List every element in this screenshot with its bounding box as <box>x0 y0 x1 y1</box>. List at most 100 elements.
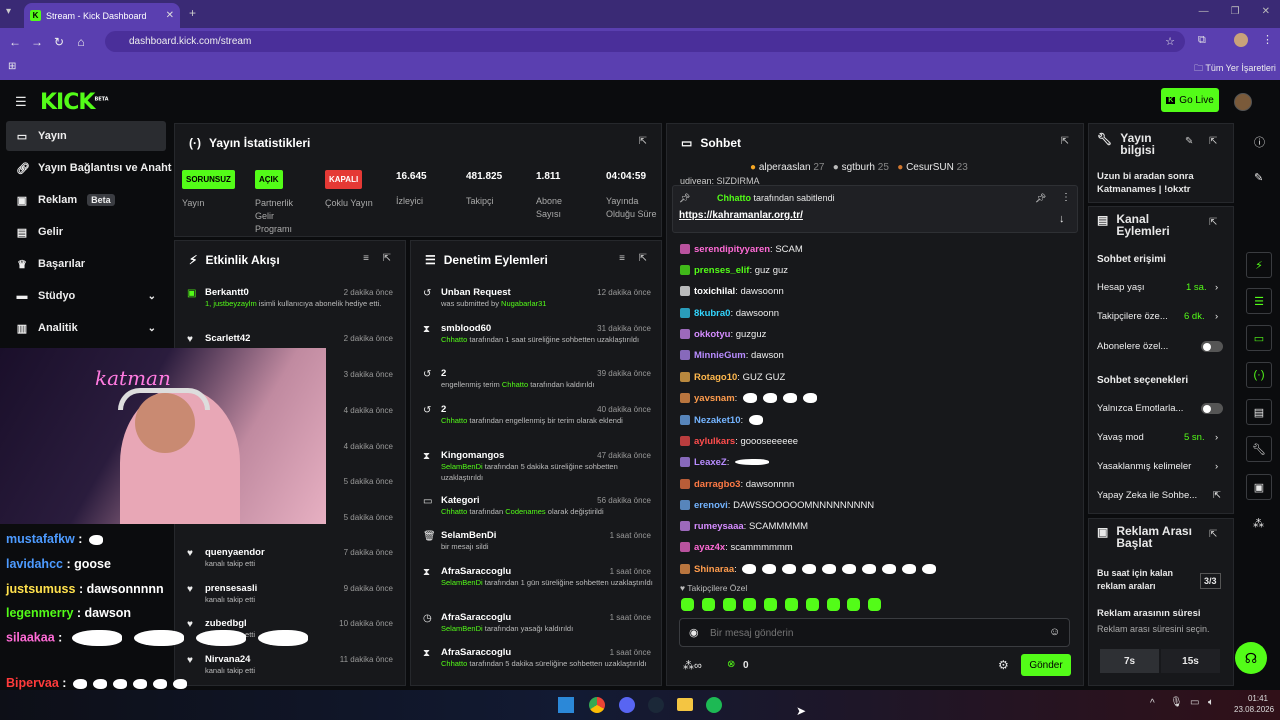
popout-icon[interactable]: ⇱ <box>1209 217 1217 228</box>
edit-icon[interactable]: ✎ <box>1254 171 1263 184</box>
chat-username[interactable]: Rotago10 <box>694 372 737 383</box>
chat-username[interactable]: LeaxeZ <box>694 457 727 468</box>
more-options-icon[interactable]: ⋮ <box>1061 192 1071 203</box>
chat-username[interactable]: erenovi <box>694 500 728 511</box>
windows-start-icon[interactable] <box>558 697 574 713</box>
chrome-icon[interactable] <box>589 697 605 713</box>
profile-avatar[interactable] <box>1234 33 1248 47</box>
chat-username[interactable]: serendipityyaren <box>694 244 770 255</box>
follower-only-row[interactable]: Takipçilere öze... 6 dk. › <box>1097 311 1225 322</box>
url-field[interactable]: dashboard.kick.com/stream ☆ <box>105 31 1185 52</box>
follower-emote-icon[interactable] <box>785 598 798 611</box>
chat-username[interactable]: ayaz4x <box>694 542 725 553</box>
ad-duration-7s[interactable]: 7s <box>1100 649 1159 673</box>
ai-chat-row[interactable]: Yapay Zeka ile Sohbe... ⇱ <box>1097 490 1225 501</box>
chat-username[interactable]: MinnieGum <box>694 350 746 361</box>
chat-username[interactable]: yavsnam <box>694 393 735 404</box>
browser-tab[interactable]: K Stream - Kick Dashboard ✕ <box>24 3 180 28</box>
back-icon[interactable]: ← <box>4 35 26 49</box>
follower-emote-icon[interactable] <box>722 598 736 611</box>
pinned-link[interactable]: https://kahramanlar.org.tr/ <box>679 210 803 221</box>
hamburger-menu-icon[interactable]: ☰ <box>15 94 27 110</box>
popout-icon[interactable]: ⇱ <box>1209 136 1217 147</box>
network-icon[interactable]: ▭ <box>1190 697 1199 708</box>
sidebar-item-analitik[interactable]: ▥ Analitik ⌄ <box>6 313 166 343</box>
tray-chevron-icon[interactable]: ^ <box>1150 698 1155 709</box>
sidebar-item-gelir[interactable]: ▤ Gelir <box>6 217 166 247</box>
popout-icon[interactable]: ⇱ <box>639 253 647 264</box>
spotify-icon[interactable] <box>706 697 722 713</box>
follower-emote-icon[interactable] <box>868 598 882 611</box>
follower-emote-icon[interactable] <box>826 598 840 611</box>
chat-username[interactable]: aylulkars <box>694 436 735 447</box>
file-explorer-icon[interactable] <box>677 698 693 711</box>
all-bookmarks-folder[interactable]: 🗀 Tüm Yer İşaretleri <box>1194 61 1276 77</box>
chat-username[interactable]: Shinaraa <box>694 564 734 575</box>
follower-emote-icon[interactable] <box>681 598 694 611</box>
follower-emote-icon[interactable] <box>805 598 819 611</box>
popout-icon[interactable]: ⇱ <box>639 136 647 147</box>
popout-icon[interactable]: ⇱ <box>383 253 391 264</box>
chat-username[interactable]: prenses_elif <box>694 265 749 276</box>
wrench-shortcut-icon[interactable]: 🔧︎ <box>1246 436 1272 462</box>
arrow-down-icon[interactable]: ↓ <box>1059 213 1065 225</box>
list-shortcut-icon[interactable]: ☰ <box>1246 288 1272 314</box>
filter-icon[interactable]: ≡ <box>363 253 369 264</box>
bookmark-star-icon[interactable]: ☆ <box>1165 35 1175 48</box>
sidebar-item-stream-key[interactable]: 🔗︎ Yayın Bağlantısı ve Anahtarı <box>6 153 172 183</box>
follower-emote-icon[interactable] <box>847 598 861 611</box>
go-live-button[interactable]: K Go Live <box>1161 88 1219 112</box>
supporter-name[interactable]: alperaaslan <box>759 162 811 173</box>
popout-icon[interactable]: ⇱ <box>1209 529 1217 540</box>
close-window-icon[interactable]: ✕ <box>1262 6 1270 17</box>
channel-shortcut-icon[interactable]: ▤ <box>1246 399 1272 425</box>
unpin-icon[interactable]: 📌︎ <box>1035 193 1046 204</box>
follower-emote-icon[interactable] <box>764 598 778 611</box>
chat-username[interactable]: darragbo3 <box>694 479 740 490</box>
tab-search-icon[interactable]: ▾ <box>6 6 11 17</box>
group-icon[interactable]: ⁂ <box>1253 517 1264 530</box>
reload-icon[interactable]: ↻ <box>48 35 70 49</box>
chat-username[interactable]: Nezaket10 <box>694 415 740 426</box>
smiley-icon[interactable]: ☺ <box>1049 626 1060 638</box>
apps-grid-icon[interactable]: ⊞ <box>8 61 16 72</box>
extensions-icon[interactable]: ⧉ <box>1198 34 1206 47</box>
follower-emote-icon[interactable] <box>701 598 715 611</box>
clock[interactable]: 01:41 23.08.2026 <box>1234 693 1274 715</box>
follower-emote-icon[interactable] <box>743 598 757 611</box>
sidebar-item-reklam[interactable]: ▣ Reklam Beta <box>6 185 166 215</box>
settings-gear-icon[interactable]: ⚙ <box>998 658 1009 672</box>
browser-menu-icon[interactable]: ⋮ <box>1262 33 1273 46</box>
volume-icon[interactable]: 🔈︎ <box>1208 697 1214 708</box>
chat-input[interactable]: ◉ ☺ <box>679 618 1070 647</box>
sidebar-item-yayin[interactable]: ▭ Yayın <box>6 121 166 151</box>
chat-username[interactable]: toxichilal <box>694 286 735 297</box>
microphone-icon[interactable]: 🎙︎ <box>1170 697 1183 708</box>
new-tab-icon[interactable]: + <box>189 6 196 20</box>
sub-only-toggle[interactable] <box>1201 341 1223 352</box>
activity-shortcut-icon[interactable]: ⚡︎ <box>1246 252 1272 278</box>
supporter-name[interactable]: sgtburh <box>842 162 875 173</box>
slow-mode-row[interactable]: Yavaş mod 5 sn. › <box>1097 432 1225 443</box>
chat-shortcut-icon[interactable]: ▭ <box>1246 325 1272 351</box>
minimize-icon[interactable]: — <box>1199 6 1209 17</box>
chat-username[interactable]: 8kubra0 <box>694 308 730 319</box>
kick-logo[interactable]: KICKBETA <box>40 90 109 115</box>
emote-only-toggle[interactable] <box>1201 403 1223 414</box>
filter-icon[interactable]: ≡ <box>619 253 625 264</box>
close-tab-icon[interactable]: ✕ <box>166 10 174 21</box>
user-avatar[interactable] <box>1234 93 1252 111</box>
info-icon[interactable]: ⓘ <box>1254 134 1265 150</box>
emoji-picker-icon[interactable]: ◉ <box>689 626 699 639</box>
ad-duration-15s[interactable]: 15s <box>1161 649 1220 673</box>
supporter-name[interactable]: CesurSUN <box>906 162 954 173</box>
popout-icon[interactable]: ⇱ <box>1061 136 1069 147</box>
sidebar-item-basarilar[interactable]: ♛ Başarılar <box>6 249 166 279</box>
edit-pencil-icon[interactable]: ✎ <box>1185 136 1193 147</box>
sidebar-item-studyo[interactable]: ▬ Stüdyo ⌄ <box>6 281 166 311</box>
banned-words-row[interactable]: Yasaklanmış kelimeler › <box>1097 461 1225 472</box>
help-support-button[interactable]: ☊ <box>1235 642 1267 674</box>
chat-message-field[interactable] <box>710 625 1030 641</box>
pinned-by-user[interactable]: Chhatto <box>717 193 751 203</box>
discord-icon[interactable] <box>619 697 635 713</box>
